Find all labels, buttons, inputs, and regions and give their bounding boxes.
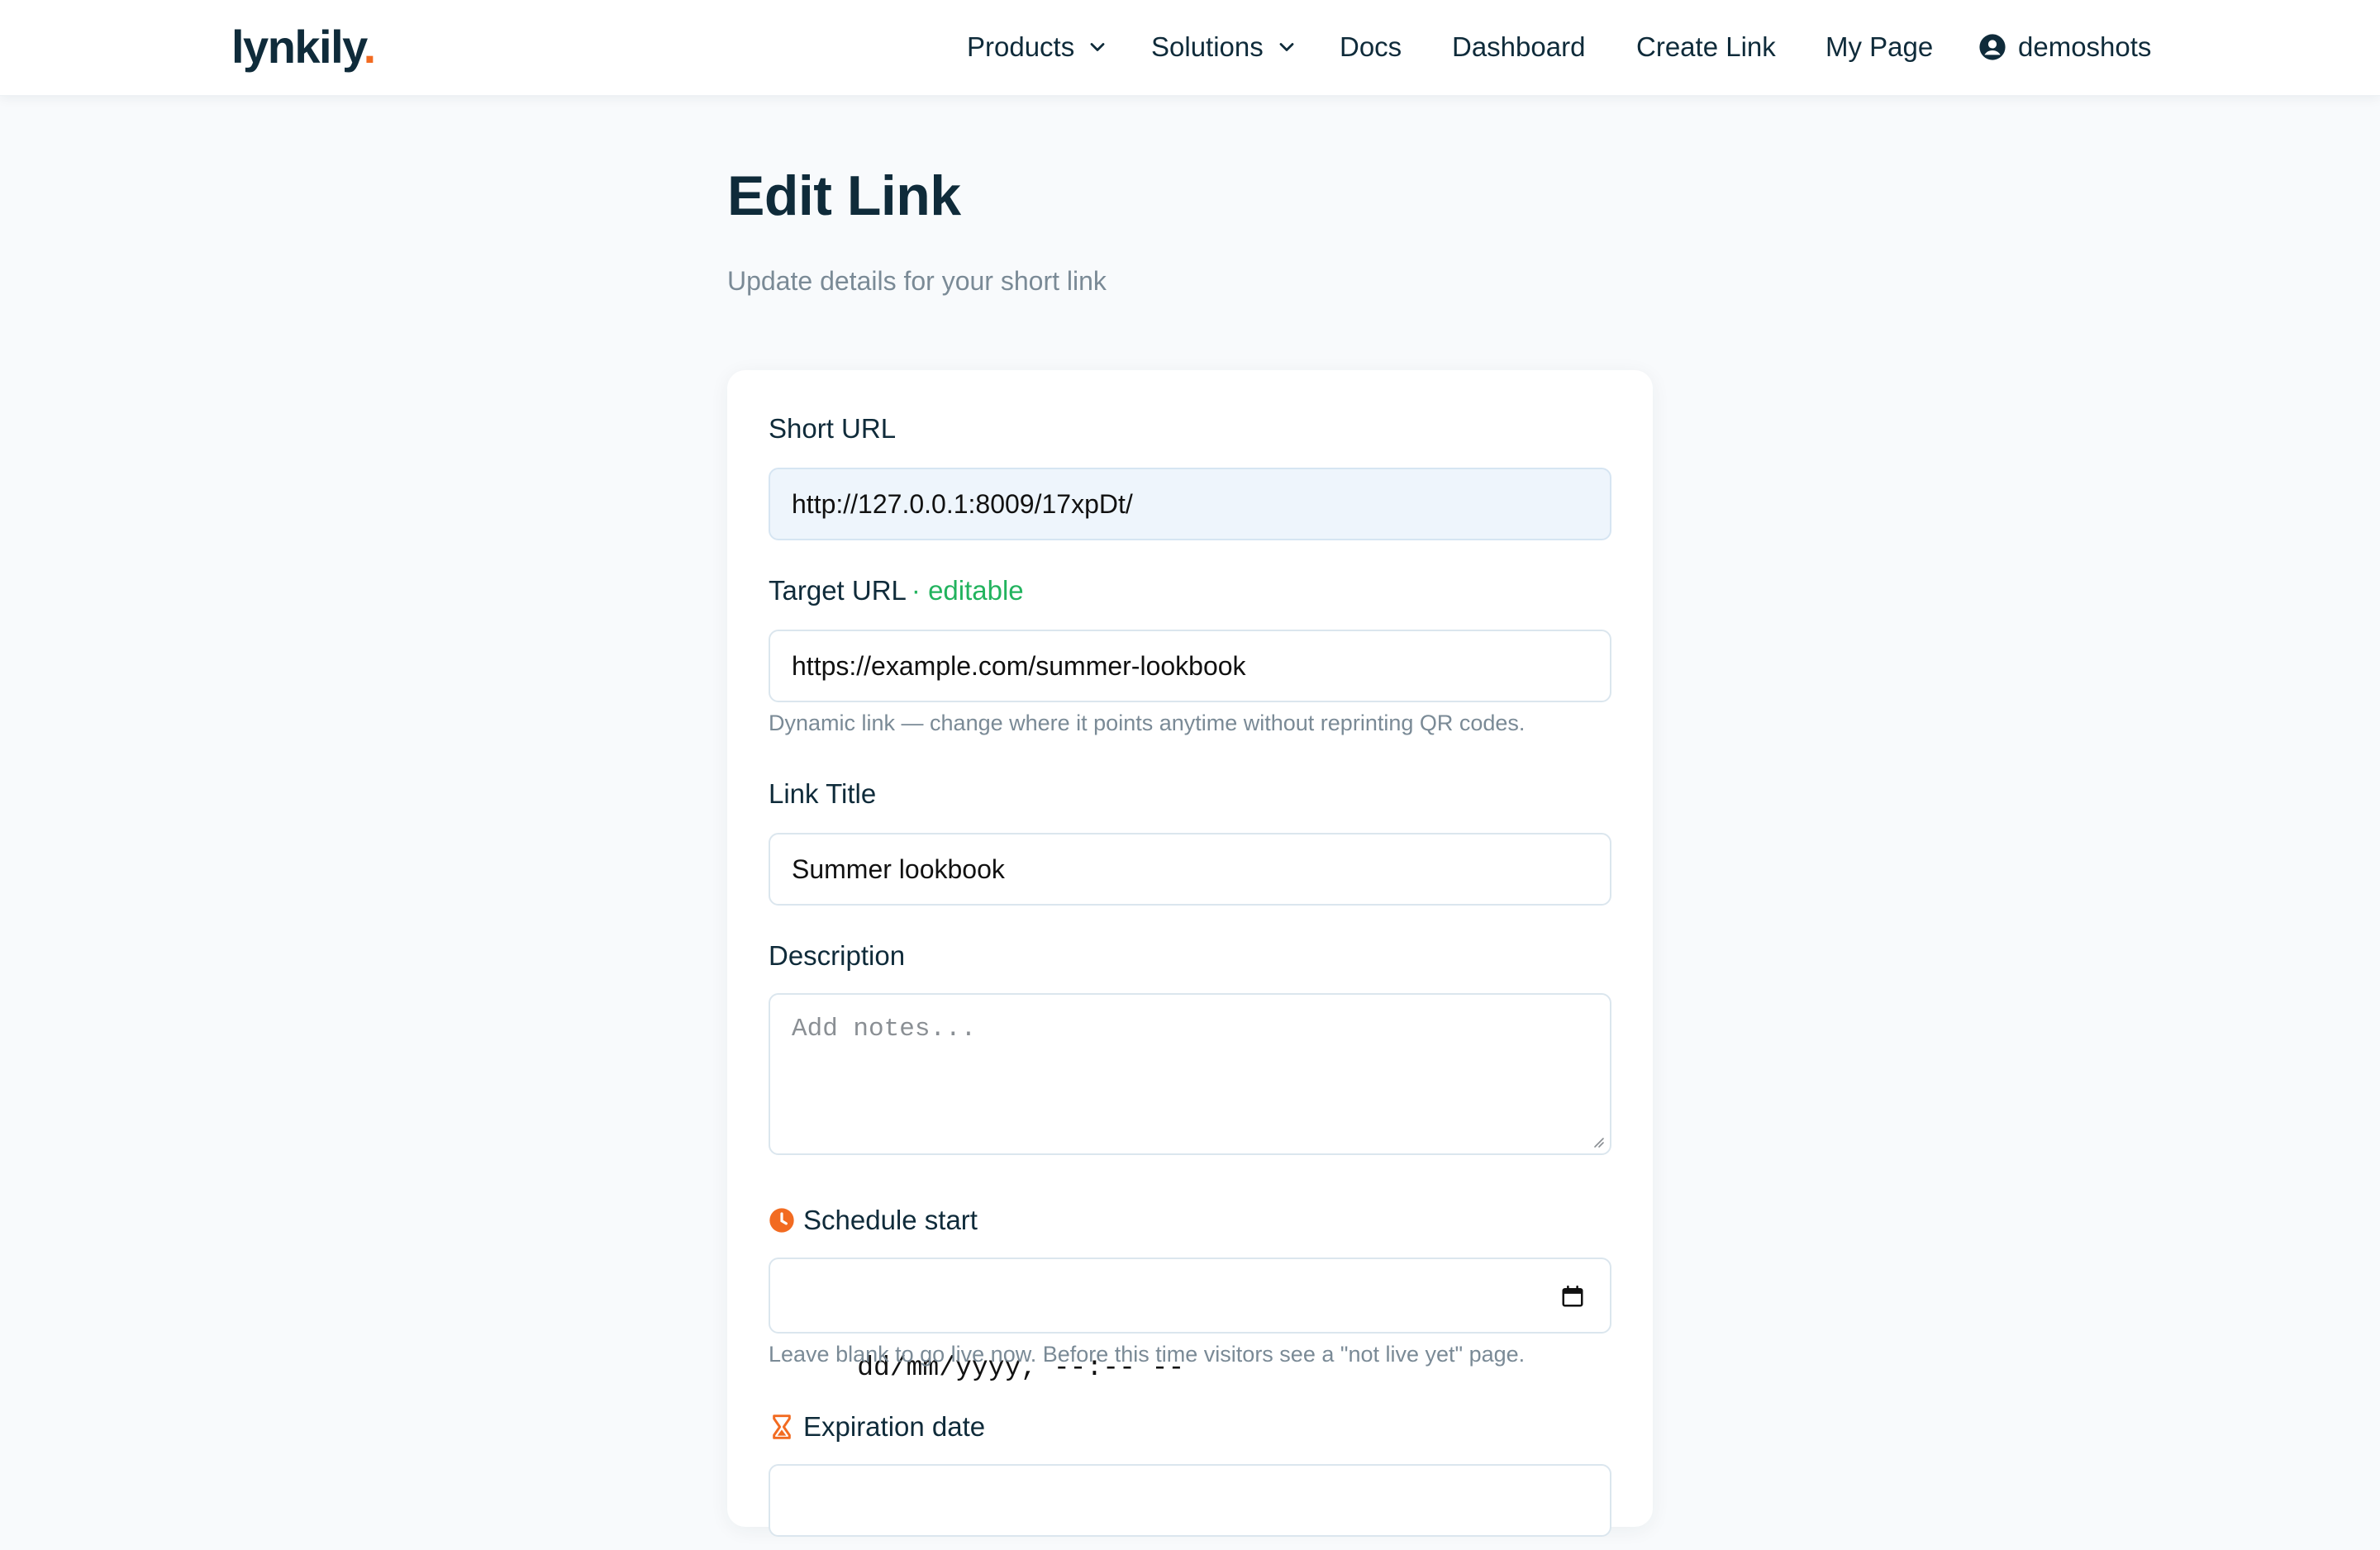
- editable-badge: · editable: [911, 575, 1024, 606]
- user-menu[interactable]: demoshots: [1978, 28, 2151, 66]
- link-title-label-text: Link Title: [769, 778, 877, 809]
- description-label: Description: [769, 940, 905, 972]
- nav-dashboard[interactable]: Dashboard: [1452, 28, 1585, 66]
- description-textarea[interactable]: Add notes...: [769, 993, 1611, 1155]
- target-url-label-text: Target URL: [769, 575, 907, 606]
- schedule-start-label: Schedule start: [769, 1205, 978, 1236]
- schedule-start-help: Leave blank to go live now. Before this …: [769, 1342, 1526, 1367]
- target-url-label: Target URL · editable: [769, 575, 1024, 606]
- resize-grip-icon[interactable]: [1590, 1134, 1605, 1148]
- nav-products[interactable]: Products: [967, 28, 1109, 66]
- top-navigation-bar: lynkily. Products Solutions Docs Dashboa…: [0, 0, 2380, 96]
- description-placeholder: Add notes...: [792, 1015, 977, 1044]
- short-url-label: Short URL: [769, 413, 896, 445]
- expiration-date-input[interactable]: [769, 1464, 1611, 1537]
- description-label-text: Description: [769, 940, 906, 971]
- chevron-down-icon: [1090, 43, 1105, 51]
- page-title: Edit Link: [727, 164, 961, 227]
- nav-solutions-label: Solutions: [1151, 31, 1264, 62]
- nav-products-label: Products: [967, 31, 1075, 62]
- link-title-label: Link Title: [769, 778, 876, 810]
- calendar-icon[interactable]: [1560, 1284, 1585, 1309]
- schedule-start-label-text: Schedule start: [803, 1205, 978, 1235]
- user-circle-icon: [1979, 34, 2006, 60]
- nav-my-page[interactable]: My Page: [1825, 28, 1933, 66]
- expiration-date-label-text: Expiration date: [803, 1411, 986, 1442]
- page-subtitle: Update details for your short link: [727, 266, 1107, 296]
- hourglass-icon: [773, 1414, 791, 1439]
- chevron-down-icon: [1279, 43, 1294, 51]
- nav-create-link[interactable]: Create Link: [1636, 28, 1776, 66]
- clock-icon: [769, 1208, 794, 1233]
- link-title-field[interactable]: Summer lookbook: [769, 833, 1611, 906]
- nav-docs[interactable]: Docs: [1340, 28, 1402, 66]
- expiration-date-label: Expiration date: [769, 1411, 985, 1443]
- schedule-start-datetime-input[interactable]: dd/mm/yyyy, --:-- --: [769, 1258, 1611, 1383]
- short-url-label-text: Short URL: [769, 413, 897, 444]
- main-nav: Products Solutions Docs Dashboard Create…: [0, 0, 2380, 96]
- user-name: demoshots: [2018, 31, 2152, 62]
- edit-link-form: Short URL http://127.0.0.1:8009/17xpDt/ …: [727, 370, 1653, 1537]
- nav-solutions[interactable]: Solutions: [1151, 28, 1298, 66]
- target-url-field[interactable]: https://example.com/summer-lookbook: [769, 630, 1611, 702]
- target-url-help: Dynamic link — change where it points an…: [769, 711, 1526, 735]
- short-url-field[interactable]: http://127.0.0.1:8009/17xpDt/: [769, 468, 1611, 540]
